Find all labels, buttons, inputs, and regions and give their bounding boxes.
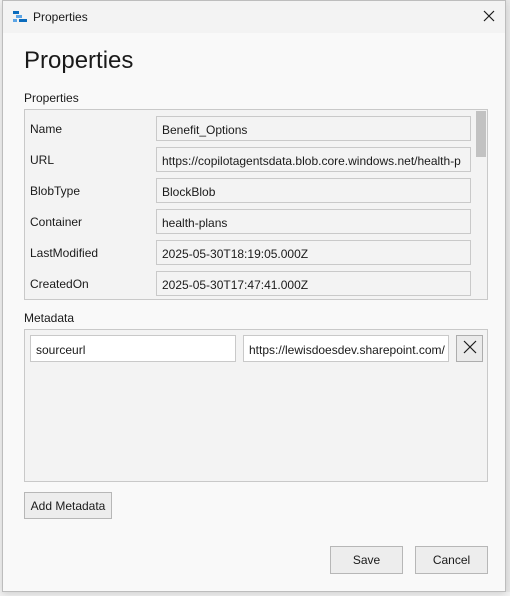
properties-section-label: Properties bbox=[24, 91, 79, 105]
property-name: LastModified bbox=[30, 246, 99, 260]
properties-scrollbar[interactable] bbox=[475, 110, 487, 299]
scrollbar-thumb[interactable] bbox=[476, 111, 486, 157]
window-title: Properties bbox=[33, 10, 88, 24]
metadata-key-input[interactable]: sourceurl bbox=[30, 335, 236, 362]
add-metadata-button[interactable]: Add Metadata bbox=[24, 492, 112, 519]
property-value-field[interactable]: BlockBlob bbox=[156, 178, 471, 203]
metadata-section-label: Metadata bbox=[24, 311, 75, 325]
metadata-list: sourceurl https://lewisdoesdev.sharepoin… bbox=[24, 329, 488, 482]
storage-explorer-icon bbox=[13, 10, 27, 24]
property-name: BlobType bbox=[30, 184, 81, 198]
property-value-field[interactable]: health-plans bbox=[156, 209, 471, 234]
close-icon bbox=[463, 340, 477, 357]
properties-list: Name Benefit_Options URL https://copilot… bbox=[24, 109, 488, 300]
remove-metadata-button[interactable] bbox=[456, 335, 483, 362]
cancel-button[interactable]: Cancel bbox=[415, 546, 488, 574]
property-value-field[interactable]: 2025-05-30T18:19:05.000Z bbox=[156, 240, 471, 265]
page-title: Properties bbox=[24, 47, 134, 74]
property-value-field[interactable]: https://copilotagentsdata.blob.core.wind… bbox=[156, 147, 471, 172]
property-value-field[interactable]: Benefit_Options bbox=[156, 116, 471, 141]
properties-dialog: Properties Properties Properties Name Be… bbox=[2, 0, 506, 592]
property-row: Container health-plans bbox=[25, 205, 475, 236]
property-row: BlobType BlockBlob bbox=[25, 174, 475, 205]
close-icon bbox=[483, 10, 495, 25]
property-name: URL bbox=[30, 153, 55, 167]
property-row: Name Benefit_Options bbox=[25, 112, 475, 143]
background-window-bottom bbox=[0, 592, 510, 596]
property-row: LastModified 2025-05-30T18:19:05.000Z bbox=[25, 236, 475, 267]
property-row: CreatedOn 2025-05-30T17:47:41.000Z bbox=[25, 267, 475, 298]
title-bar: Properties bbox=[3, 1, 505, 33]
property-name: CreatedOn bbox=[30, 277, 89, 291]
save-button[interactable]: Save bbox=[330, 546, 403, 574]
property-row: URL https://copilotagentsdata.blob.core.… bbox=[25, 143, 475, 174]
metadata-value-input[interactable]: https://lewisdoesdev.sharepoint.com/ bbox=[243, 335, 449, 362]
property-name: Name bbox=[30, 122, 63, 136]
property-value-field[interactable]: 2025-05-30T17:47:41.000Z bbox=[156, 271, 471, 296]
property-name: Container bbox=[30, 215, 83, 229]
close-button[interactable] bbox=[473, 1, 505, 33]
